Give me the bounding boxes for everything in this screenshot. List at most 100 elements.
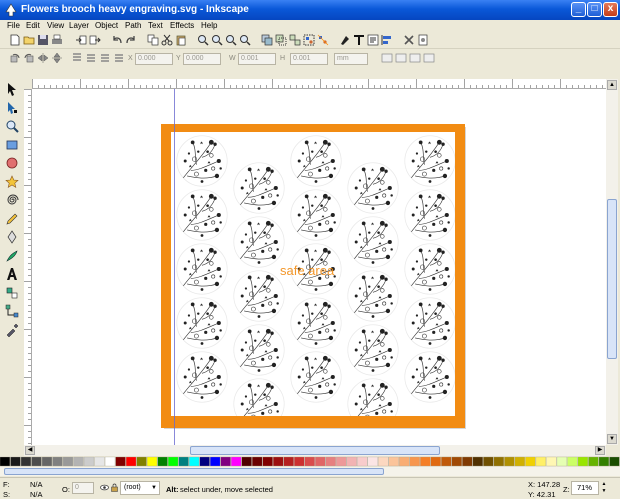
copy-icon[interactable] [146, 33, 160, 47]
flip-vertical-icon[interactable] [50, 51, 64, 65]
flip-horizontal-icon[interactable] [36, 51, 50, 65]
palette-swatch [52, 456, 63, 467]
menu-effects[interactable]: Effects [170, 21, 194, 30]
vertical-scrollbar[interactable]: ▲ ▼ [606, 79, 618, 445]
duplicate-icon[interactable] [260, 33, 274, 47]
scale-corners-icon[interactable] [394, 51, 408, 65]
clone-icon[interactable] [274, 33, 288, 47]
palette-scroll-thumb[interactable] [4, 468, 384, 475]
transform-pattern-icon[interactable] [422, 51, 436, 65]
import-icon[interactable] [74, 33, 88, 47]
preferences-icon[interactable] [402, 33, 416, 47]
ungroup-icon[interactable] [316, 33, 330, 47]
palette-swatch [483, 456, 494, 467]
vertical-scroll-thumb[interactable] [607, 199, 617, 359]
scroll-down-arrow-icon[interactable]: ▼ [607, 434, 617, 444]
new-document-icon[interactable] [8, 33, 22, 47]
vertical-ruler[interactable] [24, 89, 32, 445]
xml-editor-icon[interactable] [366, 33, 380, 47]
h-field[interactable]: 0.001 [290, 53, 328, 65]
scroll-left-arrow-icon[interactable]: ◀ [25, 446, 35, 455]
flower-spray-tile [176, 189, 228, 241]
paste-icon[interactable] [174, 33, 188, 47]
horizontal-ruler[interactable] [32, 79, 606, 89]
raise-to-top-icon[interactable] [70, 51, 84, 65]
zoom-width-icon[interactable] [238, 33, 252, 47]
menu-text[interactable]: Text [148, 21, 163, 30]
minimize-button[interactable]: _ [571, 2, 586, 17]
print-icon[interactable] [50, 33, 64, 47]
palette-swatch [273, 456, 284, 467]
color-palette[interactable] [0, 456, 620, 467]
unit-select[interactable]: mm [334, 53, 368, 65]
horizontal-scrollbar[interactable]: ◀ ▶ [24, 445, 606, 456]
connector-tool-icon[interactable] [3, 302, 20, 319]
pencil-tool-icon[interactable] [3, 210, 20, 227]
maximize-button[interactable]: □ [587, 2, 602, 17]
stroke-value[interactable]: N/A [30, 490, 43, 499]
menu-object[interactable]: Object [95, 21, 118, 30]
horizontal-scroll-thumb[interactable] [190, 446, 440, 455]
align-distribute-icon[interactable] [380, 33, 394, 47]
open-folder-icon[interactable] [22, 33, 36, 47]
scroll-up-arrow-icon[interactable]: ▲ [607, 80, 617, 90]
x-field[interactable]: 0.000 [135, 53, 173, 65]
menu-path[interactable]: Path [125, 21, 141, 30]
selector-tool-icon[interactable] [3, 80, 20, 97]
lower-icon[interactable] [98, 51, 112, 65]
drawing-canvas[interactable]: safe area [32, 89, 606, 445]
fill-stroke-icon[interactable] [338, 33, 352, 47]
dropper-tool-icon[interactable] [3, 321, 20, 338]
zoom-selection-icon[interactable] [196, 33, 210, 47]
flower-spray-tile [404, 189, 455, 241]
visibility-eye-icon[interactable] [100, 483, 109, 492]
opacity-spinner[interactable]: 0 [72, 482, 94, 494]
fill-value[interactable]: N/A [30, 480, 43, 489]
rotate-cw-icon[interactable] [22, 51, 36, 65]
transform-gradient-icon[interactable] [408, 51, 422, 65]
rectangle-tool-icon[interactable] [3, 136, 20, 153]
menu-layer[interactable]: Layer [69, 21, 89, 30]
palette-swatch [231, 456, 242, 467]
lock-icon[interactable] [110, 483, 119, 492]
palette-scrollbar[interactable] [0, 467, 620, 476]
zoom-drawing-icon[interactable] [210, 33, 224, 47]
zoom-field[interactable]: 71% [571, 481, 599, 495]
pen-tool-icon[interactable] [3, 228, 20, 245]
text-font-icon[interactable] [352, 33, 366, 47]
scroll-right-arrow-icon[interactable]: ▶ [595, 446, 605, 455]
close-button[interactable]: x [603, 2, 618, 17]
y-field[interactable]: 0.000 [183, 53, 221, 65]
unlink-clone-icon[interactable] [288, 33, 302, 47]
redo-icon[interactable] [124, 33, 138, 47]
w-field[interactable]: 0.001 [238, 53, 276, 65]
calligraphy-tool-icon[interactable] [3, 247, 20, 264]
palette-swatch [136, 456, 147, 467]
title-bar[interactable]: Flowers brooch heavy engraving.svg - Ink… [0, 0, 620, 20]
lower-to-bottom-icon[interactable] [112, 51, 126, 65]
zoom-tool-icon[interactable] [3, 117, 20, 134]
menu-file[interactable]: File [7, 21, 20, 30]
document-properties-icon[interactable] [416, 33, 430, 47]
save-icon[interactable] [36, 33, 50, 47]
group-icon[interactable] [302, 33, 316, 47]
zoom-page-icon[interactable] [224, 33, 238, 47]
star-tool-icon[interactable] [3, 173, 20, 190]
rotate-ccw-icon[interactable] [8, 51, 22, 65]
raise-icon[interactable] [84, 51, 98, 65]
undo-icon[interactable] [110, 33, 124, 47]
node-tool-icon[interactable] [3, 99, 20, 116]
cut-icon[interactable] [160, 33, 174, 47]
menu-edit[interactable]: Edit [26, 21, 40, 30]
gradient-tool-icon[interactable] [3, 284, 20, 301]
spiral-tool-icon[interactable] [3, 191, 20, 208]
export-icon[interactable] [88, 33, 102, 47]
palette-swatch [167, 456, 179, 467]
scale-stroke-icon[interactable] [380, 51, 394, 65]
ellipse-tool-icon[interactable] [3, 154, 20, 171]
zoom-spinner-arrows-icon[interactable]: ▲ ▼ [600, 481, 608, 495]
menu-help[interactable]: Help [201, 21, 217, 30]
text-tool-icon[interactable] [3, 265, 20, 282]
layer-selector[interactable]: (root) ▼ [120, 481, 160, 495]
menu-view[interactable]: View [47, 21, 64, 30]
